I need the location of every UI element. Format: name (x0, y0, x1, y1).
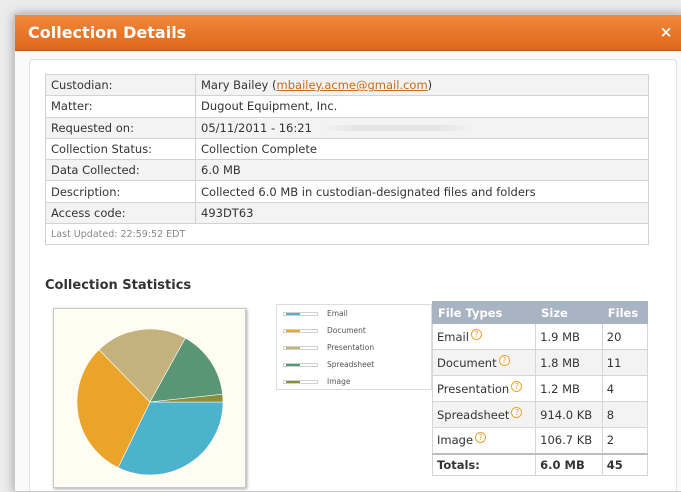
requested-label: Requested on: (45, 116, 196, 139)
description-value: Collected 6.0 MB in custodian-designated… (195, 180, 649, 203)
status-value: Collection Complete (195, 137, 649, 161)
redacted-blur (321, 125, 472, 132)
files-cell: 20 (601, 323, 649, 350)
dialog-title: Collection Details (28, 23, 187, 42)
details-row-matter: Matter: Dugout Equipment, Inc. (45, 95, 649, 118)
description-label: Description: (45, 180, 196, 203)
file-type-presentation: Presentation (437, 381, 510, 396)
size-cell: 914.0 KB (535, 401, 603, 428)
table-row: Presentation? 1.2 MB 4 (431, 375, 649, 402)
help-icon[interactable]: ? (475, 432, 487, 444)
legend-swatch (283, 346, 318, 350)
file-type-cell: Presentation? (431, 375, 537, 402)
custodian-suffix: ) (427, 78, 433, 93)
custodian-value: Mary Bailey (mbailey.acme@gmail.com) (195, 73, 649, 97)
header-file-types: File Types (431, 301, 537, 324)
section-title: Collection Statistics (45, 278, 192, 293)
file-type-cell: Document? (431, 349, 537, 376)
help-icon[interactable]: ? (511, 380, 523, 392)
totals-row: Totals: 6.0 MB 45 (431, 452, 649, 476)
table-row: Document? 1.8 MB 11 (431, 349, 649, 376)
data-collected-value: 6.0 MB (195, 159, 649, 182)
header-files: Files (601, 301, 649, 324)
file-type-cell: Image? (431, 427, 537, 454)
header-size: Size (535, 301, 603, 324)
file-type-spreadsheet: Spreadsheet (437, 407, 510, 422)
collection-details-dialog: Collection Details × Custodian: Mary Bai… (14, 14, 681, 492)
legend-label: Document (327, 326, 366, 335)
size-cell: 1.9 MB (535, 323, 603, 350)
files-cell: 8 (601, 401, 649, 428)
requested-value: 05/11/2011 - 16:21 (201, 120, 312, 135)
legend-label: Presentation (327, 343, 375, 352)
files-cell: 2 (601, 427, 649, 454)
table-row: Email? 1.9 MB 20 (431, 323, 649, 350)
close-icon[interactable]: × (658, 24, 674, 40)
table-row: Spreadsheet? 914.0 KB 8 (431, 401, 649, 428)
table-row: Image? 106.7 KB 2 (431, 427, 649, 454)
pie-svg (76, 328, 224, 476)
file-type-email: Email (437, 329, 469, 344)
details-row-description: Description: Collected 6.0 MB in custodi… (45, 180, 649, 203)
custodian-label: Custodian: (45, 73, 196, 97)
custodian-name: Mary Bailey ( (201, 78, 277, 93)
file-type-cell: Spreadsheet? (431, 401, 537, 428)
help-icon[interactable]: ? (498, 354, 510, 366)
legend-label: Image (327, 377, 351, 386)
size-cell: 106.7 KB (535, 427, 603, 454)
help-icon[interactable]: ? (470, 328, 482, 340)
size-cell: 1.2 MB (535, 375, 603, 402)
pie-chart (53, 308, 246, 488)
requested-cell: 05/11/2011 - 16:21 (195, 116, 649, 139)
last-updated: Last Updated: 22:59:52 EDT (45, 223, 649, 246)
details-row-data-collected: Data Collected: 6.0 MB (45, 159, 649, 182)
totals-label: Totals: (431, 452, 537, 476)
legend-label: Spreadsheet (327, 360, 375, 369)
file-types-table: File Types Size Files Email? 1.9 MB 20 D… (431, 301, 649, 476)
files-cell: 11 (601, 349, 649, 376)
matter-value: Dugout Equipment, Inc. (195, 95, 649, 118)
status-label: Collection Status: (45, 137, 196, 161)
legend-swatch (283, 329, 318, 333)
details-row-access-code: Access code: 493DT63 (45, 201, 649, 225)
details-table: Custodian: Mary Bailey (mbailey.acme@gma… (45, 73, 649, 246)
details-row-custodian: Custodian: Mary Bailey (mbailey.acme@gma… (45, 73, 649, 97)
file-type-document: Document (437, 355, 497, 370)
chart-legend: Email Document Presentation Spreadsheet … (276, 304, 432, 390)
size-cell: 1.8 MB (535, 349, 603, 376)
details-row-requested: Requested on: 05/11/2011 - 16:21 (45, 116, 649, 139)
file-type-image: Image (437, 433, 474, 448)
access-code-label: Access code: (45, 201, 196, 225)
help-icon[interactable]: ? (511, 406, 523, 418)
dialog-content: Custodian: Mary Bailey (mbailey.acme@gma… (29, 59, 677, 491)
file-type-cell: Email? (431, 323, 537, 350)
totals-files: 45 (601, 452, 649, 476)
totals-size: 6.0 MB (535, 452, 603, 476)
legend-swatch (283, 380, 318, 384)
matter-label: Matter: (45, 95, 196, 118)
data-collected-label: Data Collected: (45, 159, 196, 182)
custodian-email-link[interactable]: mbailey.acme@gmail.com (277, 78, 428, 92)
files-cell: 4 (601, 375, 649, 402)
legend-swatch (283, 363, 318, 367)
stats-header-row: File Types Size Files (431, 301, 649, 324)
legend-label: Email (327, 309, 348, 318)
dialog-titlebar: Collection Details × (15, 15, 681, 51)
access-code-value: 493DT63 (195, 201, 649, 225)
details-row-status: Collection Status: Collection Complete (45, 137, 649, 161)
details-row-last-updated: Last Updated: 22:59:52 EDT (45, 223, 649, 246)
legend-swatch (283, 312, 318, 316)
